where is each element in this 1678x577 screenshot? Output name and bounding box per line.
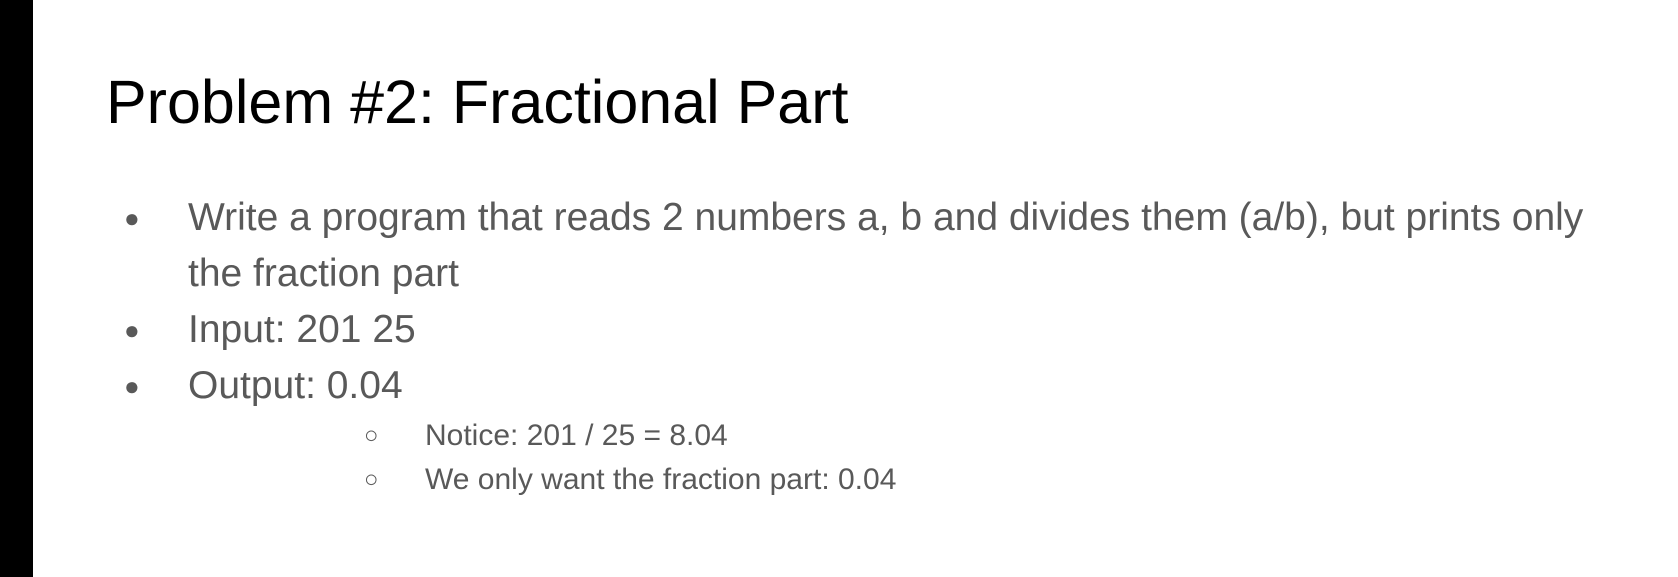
bullet-list: ● Write a program that reads 2 numbers a… <box>33 190 1678 502</box>
sub-bullet-item: ○ Notice: 201 / 25 = 8.04 <box>188 414 1628 458</box>
sub-bullet-list: ○ Notice: 201 / 25 = 8.04 ○ We only want… <box>188 414 1628 502</box>
bullet-dot-icon: ● <box>124 371 140 401</box>
bullet-text: Input: 201 25 <box>188 308 416 351</box>
sub-bullet-circle-icon: ○ <box>364 422 379 449</box>
sub-bullet-item: ○ We only want the fraction part: 0.04 <box>188 458 1628 502</box>
sub-bullet-text: We only want the fraction part: 0.04 <box>425 463 897 496</box>
slide: Problem #2: Fractional Part ● Write a pr… <box>33 0 1678 577</box>
sub-bullet-circle-icon: ○ <box>364 466 379 493</box>
bullet-item: ● Input: 201 25 <box>33 302 1628 358</box>
bullet-item: ● Write a program that reads 2 numbers a… <box>33 190 1628 302</box>
left-edge-bar <box>0 0 33 577</box>
bullet-dot-icon: ● <box>124 203 140 233</box>
bullet-text: Output: 0.04 <box>188 364 403 407</box>
bullet-text: Write a program that reads 2 numbers a, … <box>188 196 1584 295</box>
sub-bullet-text: Notice: 201 / 25 = 8.04 <box>425 419 728 452</box>
bullet-item: ● Output: 0.04 ○ Notice: 201 / 25 = 8.04… <box>33 358 1628 502</box>
bullet-dot-icon: ● <box>124 315 140 345</box>
slide-title: Problem #2: Fractional Part <box>106 68 849 136</box>
